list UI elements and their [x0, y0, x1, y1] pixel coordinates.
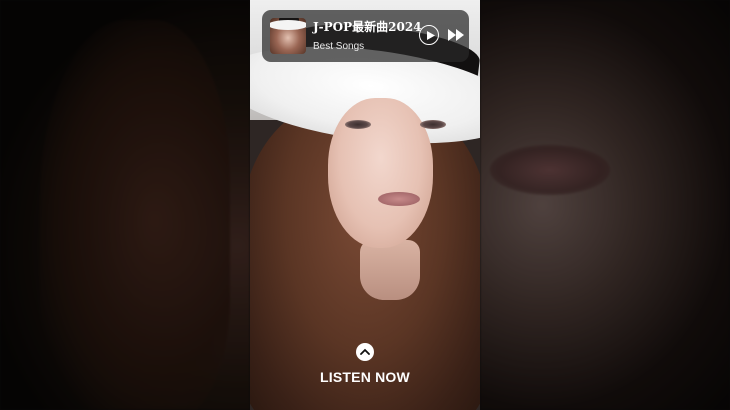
play-icon	[427, 30, 435, 40]
listen-now-chevron-up-icon[interactable]	[356, 343, 374, 361]
album-thumbnail	[270, 18, 306, 54]
play-button[interactable]	[419, 25, 439, 45]
chevron-up-icon	[360, 348, 370, 355]
fast-forward-icon[interactable]	[448, 29, 464, 41]
playlist-title: J-POP最新曲2024	[313, 20, 422, 34]
blurred-backdrop-right	[480, 0, 730, 410]
mini-player-card[interactable]: J-POP最新曲2024 Best Songs	[262, 10, 469, 62]
listen-now-button[interactable]: LISTEN NOW	[315, 369, 415, 385]
blurred-backdrop-left	[0, 0, 250, 410]
playlist-subtitle: Best Songs	[313, 41, 365, 52]
video-face	[328, 98, 433, 248]
